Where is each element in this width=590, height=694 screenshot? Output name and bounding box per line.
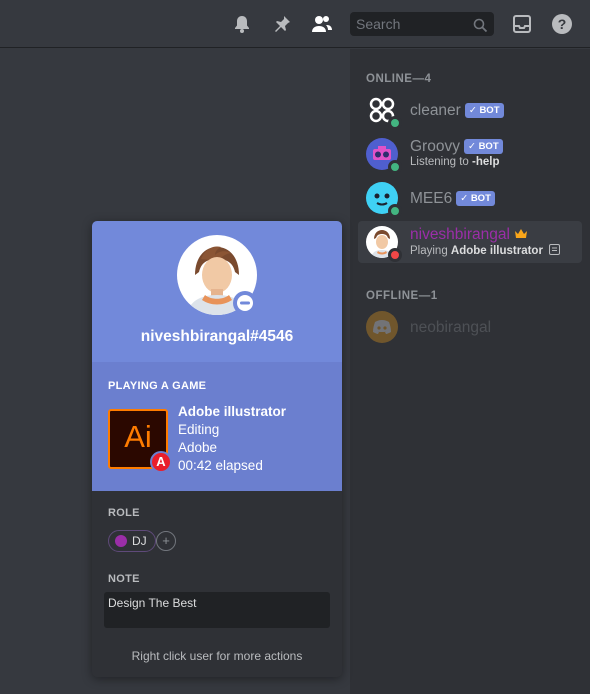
rich-presence-icon [546, 244, 561, 257]
activity-prefix: Listening to [410, 156, 473, 168]
search-icon [473, 16, 488, 40]
role-name: DJ [132, 534, 147, 548]
bot-badge: ✓ BOT [456, 191, 495, 206]
role-pill[interactable]: DJ [108, 530, 156, 552]
avatar [366, 311, 398, 343]
game-small-icon: A [150, 451, 172, 473]
game-icon-label: Ai [124, 419, 152, 454]
game-state: Adobe [178, 440, 218, 455]
search-input[interactable]: Search [350, 12, 494, 36]
member-name: Groovy [410, 138, 460, 155]
game-elapsed: 00:42 elapsed [178, 458, 263, 473]
help-icon[interactable]: ? [550, 12, 574, 36]
status-dnd-icon [233, 291, 257, 315]
inbox-icon[interactable] [510, 12, 534, 36]
status-dnd-icon [388, 248, 402, 262]
member-name: niveshbirangal [410, 226, 510, 243]
member-cleaner[interactable]: cleaner ✓ BOT [358, 89, 582, 131]
online-section-header: ONLINE—4 [366, 73, 432, 85]
note-input[interactable]: Design The Best [104, 592, 330, 628]
bot-badge: ✓ BOT [464, 103, 504, 118]
popout-header: niveshbirangal#4546 [92, 221, 342, 362]
game-name: Adobe illustrator [178, 404, 287, 419]
member-list: ONLINE—4 cleaner ✓ BOT Groovy ✓ BOT Listen… [350, 49, 590, 694]
profile-username: niveshbirangal#4546 [140, 328, 294, 345]
status-online-icon [388, 160, 402, 174]
members-icon[interactable] [310, 12, 334, 36]
member-mee6[interactable]: MEE6 ✓ BOT [358, 177, 582, 219]
game-details: Editing [178, 422, 220, 437]
channel-header: Search ? [0, 0, 590, 48]
pin-icon[interactable] [270, 12, 294, 36]
activity-name: Adobe illustrator [450, 245, 543, 257]
role-color-dot[interactable] [115, 535, 127, 547]
activity-header: PLAYING A GAME [108, 380, 207, 392]
user-popout: niveshbirangal#4546 PLAYING A GAME Ai A … [92, 221, 342, 677]
activity-section: PLAYING A GAME Ai A Adobe illustrator Ed… [92, 362, 342, 491]
bot-badge: ✓ BOT [463, 139, 503, 154]
crown-icon [514, 226, 528, 243]
activity-prefix: Playing [410, 245, 451, 257]
footer-hint: Right click user for more actions [131, 649, 303, 663]
activity-name: -help [472, 156, 500, 168]
member-name: MEE6 [410, 190, 453, 207]
member-niveshbirangal[interactable]: niveshbirangal Playing Adobe illustrator [358, 221, 582, 263]
svg-text:?: ? [558, 16, 567, 32]
role-header: ROLE [108, 507, 140, 519]
popout-body: ROLE DJ + NOTE Design The Best Right cli… [92, 491, 342, 677]
add-role-button[interactable]: + [156, 531, 176, 551]
offline-section-header: OFFLINE—1 [366, 290, 438, 302]
member-groovy[interactable]: Groovy ✓ BOT Listening to -help [358, 133, 582, 175]
member-name: neobirangal [410, 319, 492, 336]
bell-icon[interactable] [230, 12, 254, 36]
status-online-icon [388, 204, 402, 218]
search-placeholder: Search [356, 16, 401, 32]
member-name: cleaner [410, 102, 461, 119]
note-header: NOTE [108, 573, 140, 585]
status-online-icon [388, 116, 402, 130]
member-neobirangal[interactable]: neobirangal [358, 306, 582, 348]
